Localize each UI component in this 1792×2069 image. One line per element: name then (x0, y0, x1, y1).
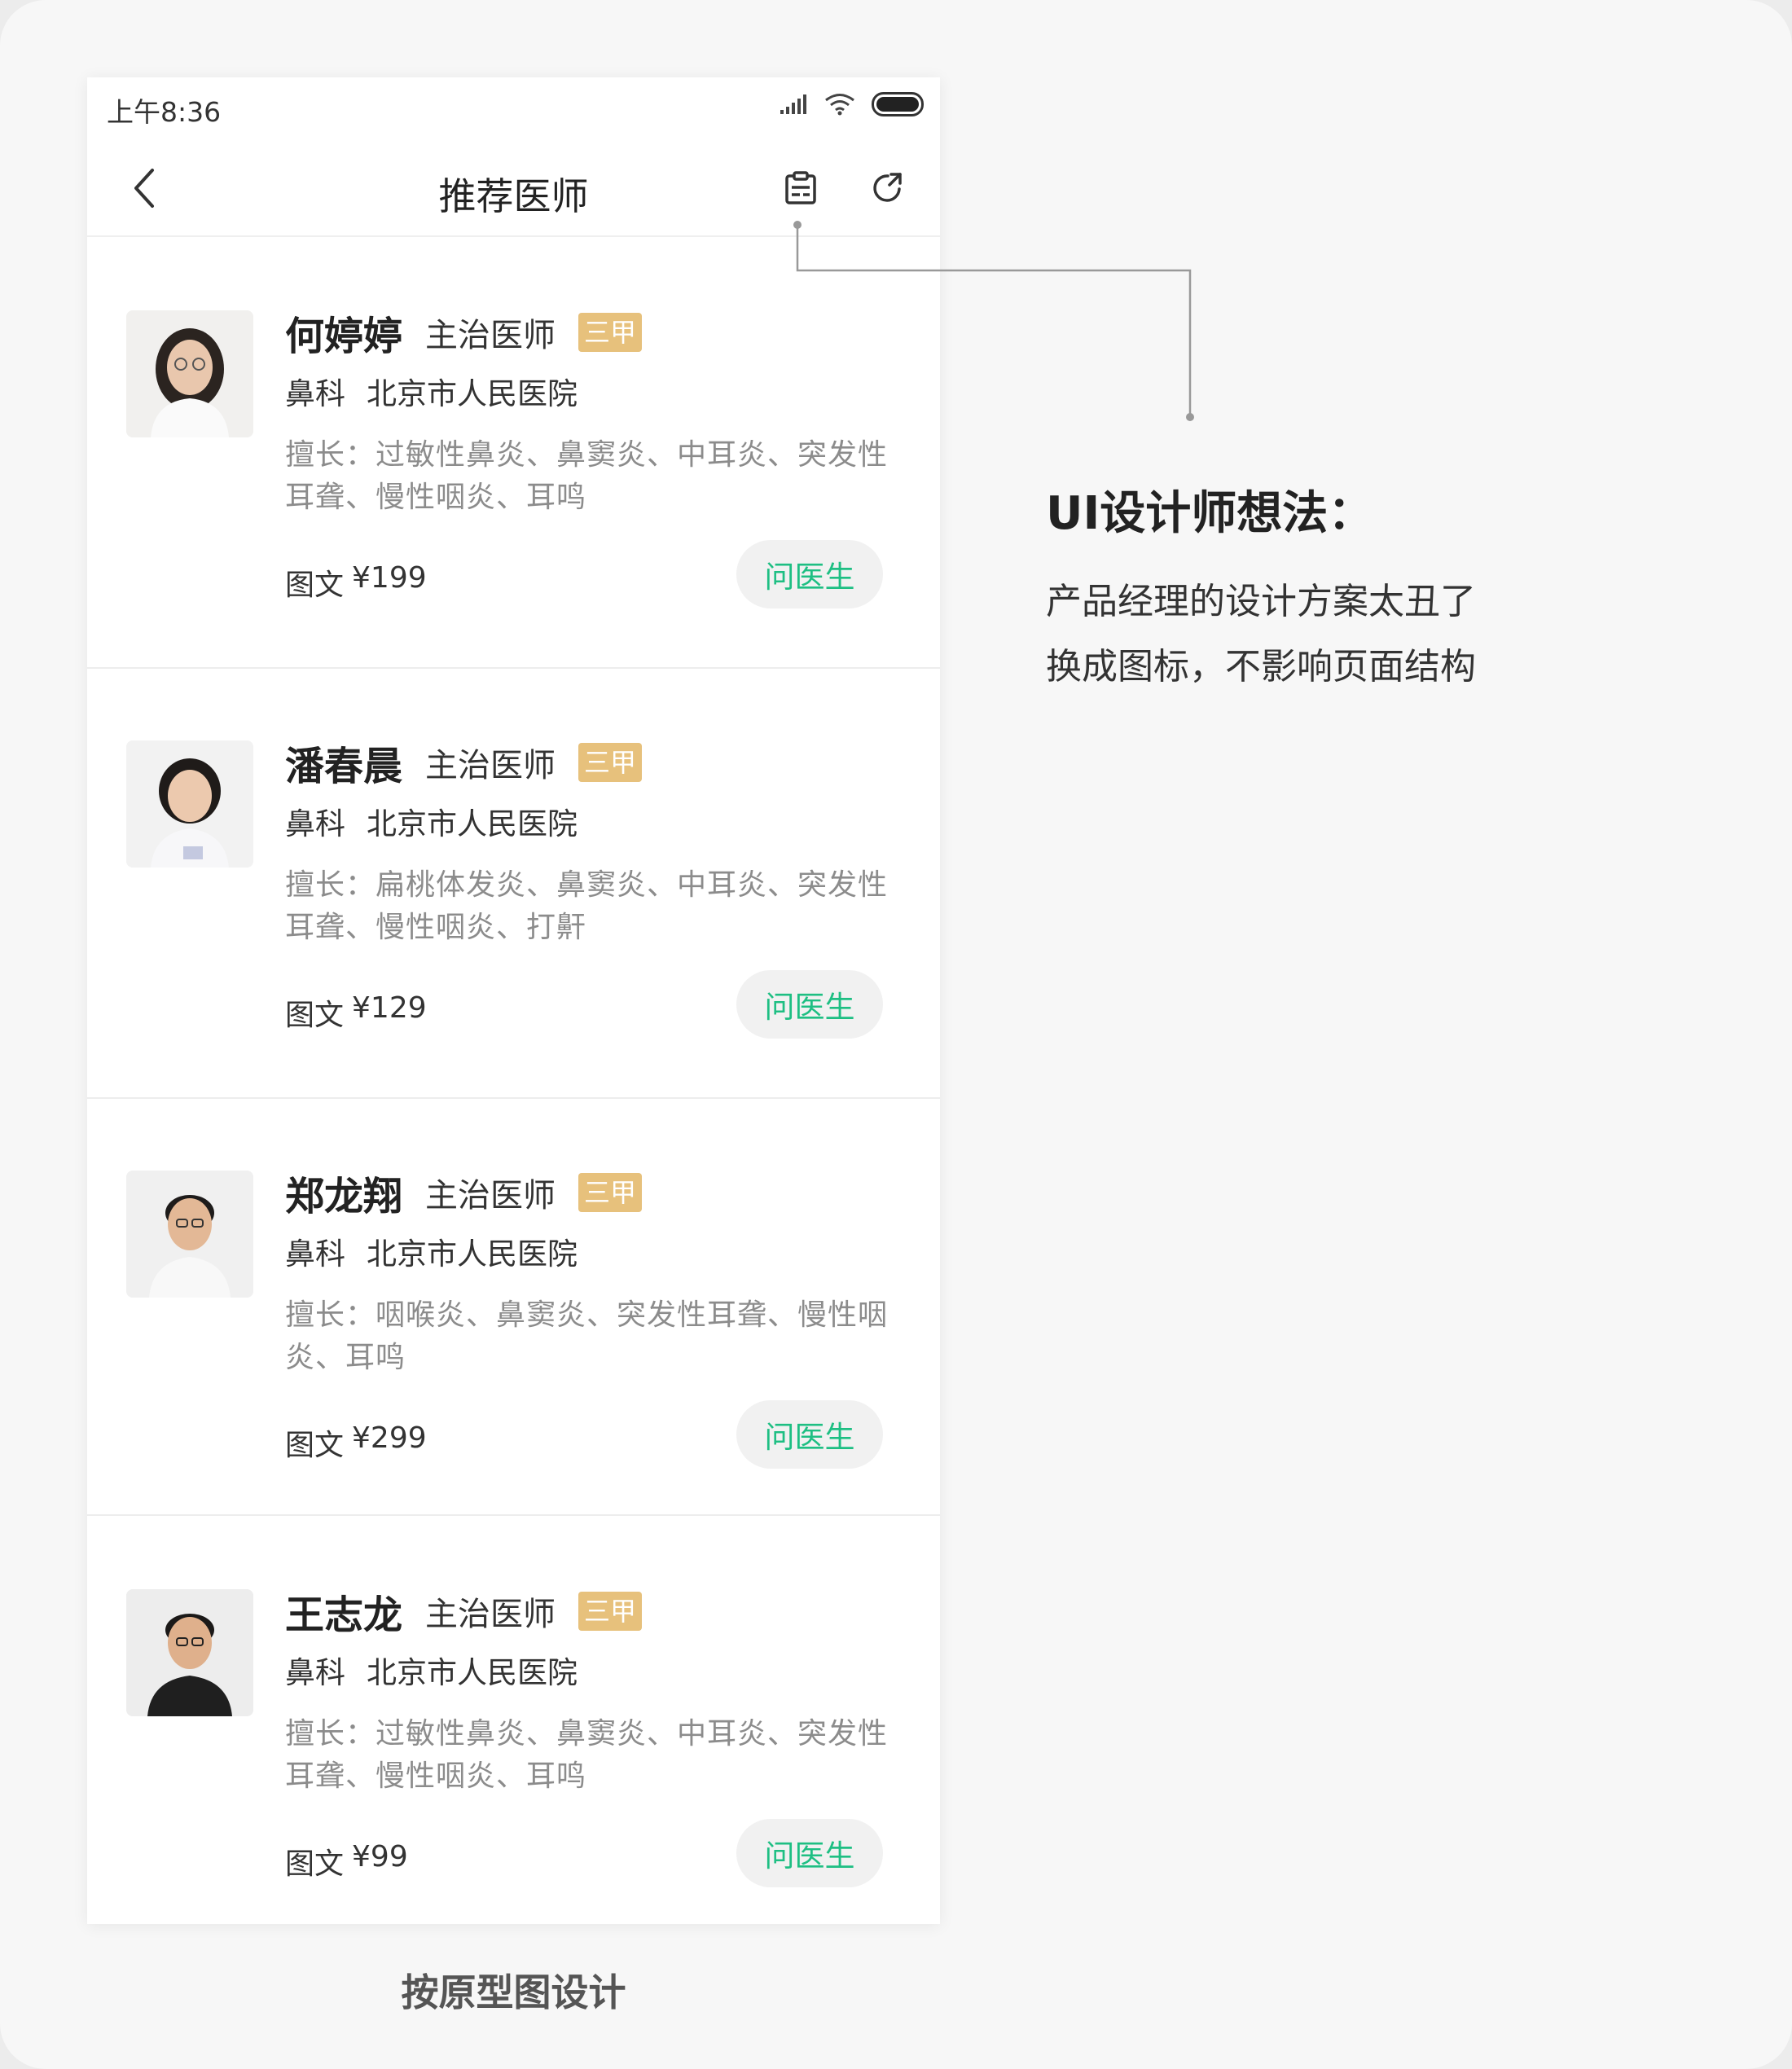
status-icons (779, 92, 924, 120)
ask-doctor-button[interactable]: 问医生 (736, 970, 883, 1039)
hospital-label: 北京市人民医院 (367, 1655, 578, 1690)
price-value: ¥199 (352, 561, 427, 595)
hospital-grade-badge: 三甲 (578, 743, 643, 782)
avatar (126, 310, 253, 437)
doctor-department: 鼻科 北京市人民医院 (285, 1229, 578, 1273)
annotation-line-2: 换成图标，不影响页面结构 (1046, 646, 1476, 687)
department-label: 鼻科 (285, 1655, 345, 1690)
share-button[interactable] (861, 164, 913, 216)
doctor-header: 潘春晨 主治医师 三甲 (285, 734, 643, 791)
department-label: 鼻科 (285, 376, 345, 411)
doctor-header: 王志龙 主治医师 三甲 (285, 1583, 643, 1640)
avatar (126, 740, 253, 868)
hospital-grade-badge: 三甲 (578, 313, 643, 352)
doctor-title: 主治医师 (425, 747, 556, 784)
doctor-name: 王志龙 (285, 1592, 403, 1638)
doctor-specialty: 擅长：过敏性鼻炎、鼻窦炎、中耳炎、突发性耳聋、慢性咽炎、耳鸣 (285, 438, 889, 514)
wifi-icon (824, 93, 855, 119)
doctor-title: 主治医师 (425, 317, 556, 354)
doctor-title: 主治医师 (425, 1596, 556, 1633)
status-bar: 上午8:36 (87, 77, 940, 143)
price-type-label: 图文 (285, 999, 345, 1032)
doctor-card[interactable]: 何婷婷 主治医师 三甲 鼻科 北京市人民医院 擅长：过敏性鼻炎、鼻窦炎、中耳炎、… (87, 239, 940, 669)
doctor-price: 图文 ¥129 (285, 991, 427, 1034)
hospital-grade-badge: 三甲 (578, 1592, 643, 1631)
share-arrow-icon (870, 171, 904, 209)
ask-doctor-button[interactable]: 问医生 (736, 1819, 883, 1887)
avatar (126, 1589, 253, 1716)
annotation-title: UI设计师想法： (1046, 487, 1374, 540)
canvas: 上午8:36 推荐医师 何婷婷 主治医师 三甲 鼻科 北京市人民医院 擅长：过敏… (0, 0, 1792, 2069)
department-label: 鼻科 (285, 1237, 345, 1272)
doctor-department: 鼻科 北京市人民医院 (285, 799, 578, 843)
doctor-card[interactable]: 王志龙 主治医师 三甲 鼻科 北京市人民医院 擅长：过敏性鼻炎、鼻窦炎、中耳炎、… (87, 1518, 940, 1924)
nav-bar: 推荐医师 (87, 143, 940, 237)
hospital-label: 北京市人民医院 (367, 1237, 578, 1272)
doctor-card[interactable]: 郑龙翔 主治医师 三甲 鼻科 北京市人民医院 擅长：咽喉炎、鼻窦炎、突发性耳聋、… (87, 1099, 940, 1516)
signal-icon (779, 94, 808, 118)
status-time: 上午8:36 (107, 96, 222, 128)
doctor-name: 潘春晨 (285, 744, 403, 789)
doctor-specialty: 擅长：咽喉炎、鼻窦炎、突发性耳聋、慢性咽炎、耳鸣 (285, 1298, 889, 1374)
price-type-label: 图文 (285, 1847, 345, 1881)
doctor-name: 郑龙翔 (285, 1174, 403, 1219)
history-button[interactable] (775, 164, 827, 216)
phone-screen: 上午8:36 推荐医师 何婷婷 主治医师 三甲 鼻科 北京市人民医院 擅长：过敏… (87, 77, 940, 1924)
doctor-price: 图文 ¥99 (285, 1840, 408, 1882)
annotation-line-1: 产品经理的设计方案太丑了 (1046, 581, 1476, 622)
price-type-label: 图文 (285, 1429, 345, 1462)
hospital-grade-badge: 三甲 (578, 1173, 643, 1212)
doctor-price: 图文 ¥299 (285, 1421, 427, 1464)
doctor-department: 鼻科 北京市人民医院 (285, 369, 578, 413)
doctor-department: 鼻科 北京市人民医院 (285, 1648, 578, 1692)
doctor-name: 何婷婷 (285, 314, 403, 359)
price-value: ¥299 (352, 1421, 427, 1455)
doctor-card[interactable]: 潘春晨 主治医师 三甲 鼻科 北京市人民医院 擅长：扁桃体发炎、鼻窦炎、中耳炎、… (87, 669, 940, 1099)
department-label: 鼻科 (285, 806, 345, 841)
battery-icon (872, 92, 924, 120)
price-value: ¥99 (352, 1840, 408, 1874)
hospital-label: 北京市人民医院 (367, 806, 578, 841)
mockup-caption: 按原型图设计 (401, 1970, 626, 2014)
ask-doctor-button[interactable]: 问医生 (736, 1400, 883, 1469)
doctor-header: 何婷婷 主治医师 三甲 (285, 304, 643, 361)
avatar (126, 1171, 253, 1298)
doctor-specialty: 擅长：过敏性鼻炎、鼻窦炎、中耳炎、突发性耳聋、慢性咽炎、耳鸣 (285, 1717, 889, 1793)
price-value: ¥129 (352, 991, 427, 1025)
hospital-label: 北京市人民医院 (367, 376, 578, 411)
price-type-label: 图文 (285, 569, 345, 602)
doctor-specialty: 擅长：扁桃体发炎、鼻窦炎、中耳炎、突发性耳聋、慢性咽炎、打鼾 (285, 868, 889, 944)
ask-doctor-button[interactable]: 问医生 (736, 540, 883, 608)
clipboard-icon (784, 171, 818, 209)
doctor-price: 图文 ¥199 (285, 561, 427, 604)
doctor-header: 郑龙翔 主治医师 三甲 (285, 1164, 643, 1221)
doctor-title: 主治医师 (425, 1177, 556, 1215)
